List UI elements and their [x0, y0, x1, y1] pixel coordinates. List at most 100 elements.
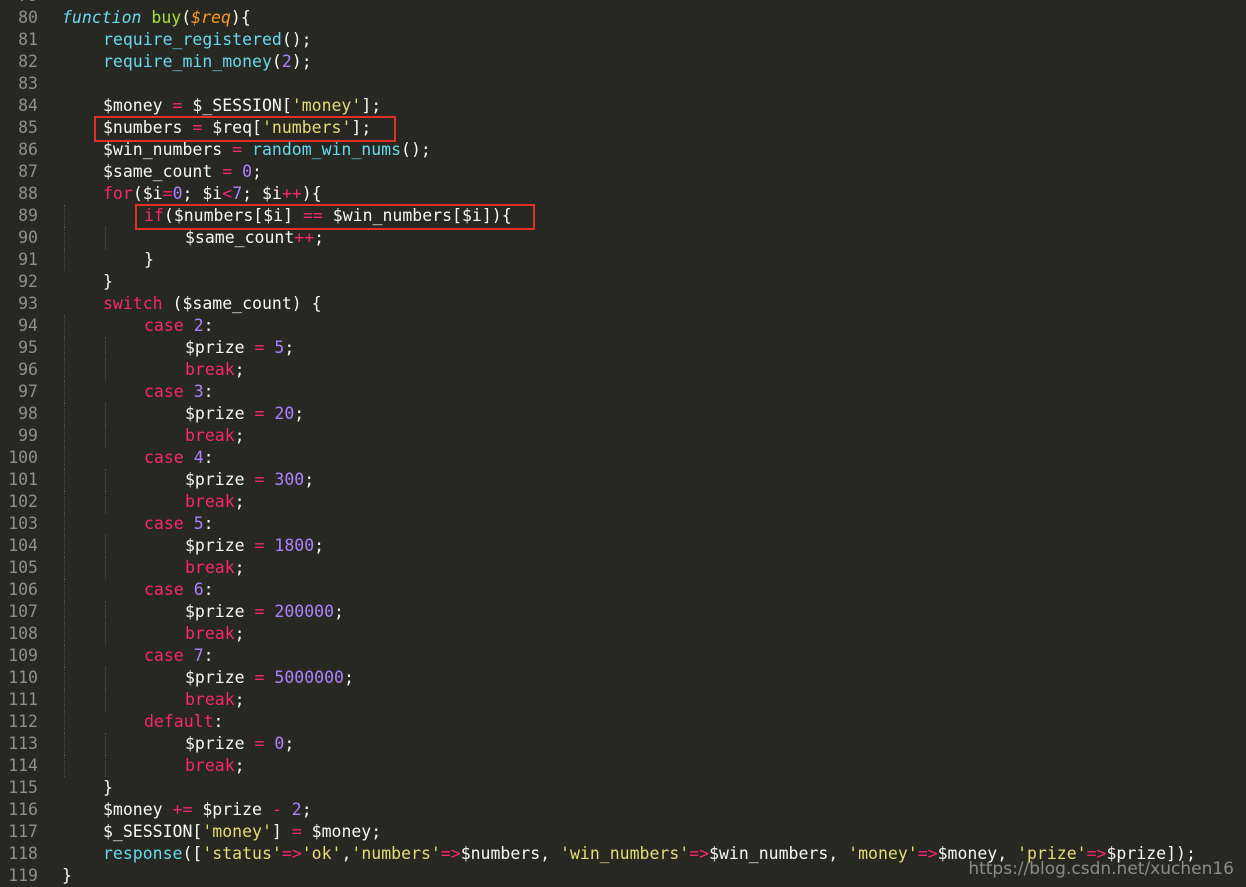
code-line[interactable]: 107 $prize = 200000; [0, 601, 1246, 623]
line-number: 91 [18, 250, 38, 269]
code-token: break [185, 492, 235, 511]
code-token: require_registered [103, 30, 282, 49]
code-editor[interactable]: 7980function buy($req){81require_registe… [0, 0, 1246, 887]
code-text: $win_numbers = random_win_nums(); [103, 139, 431, 161]
code-token: : [203, 580, 214, 599]
code-line[interactable]: 98 $prize = 20; [0, 403, 1246, 425]
code-token: } [144, 250, 154, 269]
watermark: https://blog.csdn.net/xuchen16 [968, 859, 1234, 879]
code-line[interactable]: 94 case 2: [0, 315, 1246, 337]
code-token: 20 [274, 404, 295, 423]
code-line[interactable]: 109 case 7: [0, 645, 1246, 667]
code-line[interactable]: 88 for($i=0; $i<7; $i++){ [0, 183, 1246, 205]
code-token: ++ [281, 184, 302, 203]
code-line[interactable]: 110 $prize = 5000000; [0, 667, 1246, 689]
code-line[interactable]: 87 $same_count = 0; [0, 161, 1246, 183]
code-line[interactable]: 96 break; [0, 359, 1246, 381]
code-token: $i [202, 184, 223, 203]
code-line[interactable]: 115} [0, 777, 1246, 799]
code-line[interactable]: 91} [0, 249, 1246, 271]
line-number: 112 [8, 712, 38, 731]
indent-guide [64, 755, 65, 777]
code-line[interactable]: 114 break; [0, 755, 1246, 777]
line-number: 88 [18, 184, 38, 203]
code-line[interactable]: 90 $same_count++; [0, 227, 1246, 249]
code-token: ; [252, 162, 262, 181]
code-token: $prize [185, 470, 245, 489]
code-line[interactable]: 79 [0, 0, 1246, 7]
code-line[interactable]: 111 break; [0, 689, 1246, 711]
code-token: < [222, 184, 233, 203]
code-text: $_SESSION['money'] = $money; [103, 821, 381, 843]
code-line[interactable]: 108 break; [0, 623, 1246, 645]
indent-guide [105, 667, 106, 689]
code-token: 200000 [274, 602, 335, 621]
code-token: $numbers [460, 844, 541, 863]
code-line[interactable]: 105 break; [0, 557, 1246, 579]
indent-guide [105, 469, 106, 491]
line-number: 87 [18, 162, 38, 181]
code-line[interactable]: 81 require_registered(); [0, 29, 1246, 51]
code-token: 0 [172, 184, 183, 203]
code-token: switch [103, 294, 163, 313]
code-token: $prize [185, 734, 245, 753]
code-line[interactable]: 93 switch ($same_count) { [0, 293, 1246, 315]
highlight-box-line-85 [94, 116, 396, 142]
code-token: => [281, 844, 302, 863]
line-number: 84 [18, 96, 38, 115]
code-token: case [144, 316, 184, 335]
code-line[interactable]: 83 [0, 73, 1246, 95]
line-number: 113 [8, 734, 38, 753]
code-text: $prize = 0; [185, 733, 294, 755]
code-line[interactable]: 117 $_SESSION['money'] = $money; [0, 821, 1246, 843]
code-line[interactable]: 112 default: [0, 711, 1246, 733]
line-number: 85 [18, 118, 38, 137]
code-text: break; [185, 755, 245, 777]
line-number: 83 [18, 74, 38, 93]
indent-guide [105, 227, 106, 249]
code-token: case [144, 448, 184, 467]
code-line[interactable]: 99 break; [0, 425, 1246, 447]
code-line[interactable]: 100 case 4: [0, 447, 1246, 469]
code-line[interactable]: 106 case 6: [0, 579, 1246, 601]
highlight-box-line-89 [135, 204, 535, 230]
code-line[interactable]: 84 $money = $_SESSION['money']; [0, 95, 1246, 117]
code-token: [ [281, 96, 292, 115]
code-line[interactable]: 116 $money += $prize - 2; [0, 799, 1246, 821]
code-text: case 3: [144, 381, 214, 403]
line-number: 105 [8, 558, 38, 577]
code-token: (); [281, 30, 312, 49]
code-token: ( [162, 294, 183, 313]
code-line[interactable]: 101 $prize = 300; [0, 469, 1246, 491]
code-line[interactable]: 102 break; [0, 491, 1246, 513]
line-number: 116 [8, 800, 38, 819]
code-token: ; [234, 624, 245, 643]
indent-guide [64, 667, 65, 689]
code-token: $i [142, 184, 163, 203]
line-number: 101 [8, 470, 38, 489]
code-line[interactable]: 104 $prize = 1800; [0, 535, 1246, 557]
code-token: ([ [182, 844, 203, 863]
code-line[interactable]: 86 $win_numbers = random_win_nums(); [0, 139, 1246, 161]
code-token: 'numbers' [351, 844, 441, 863]
code-token: $prize [185, 536, 245, 555]
code-line[interactable]: 92} [0, 271, 1246, 293]
code-line[interactable]: 113 $prize = 0; [0, 733, 1246, 755]
line-number: 118 [8, 844, 38, 863]
code-line[interactable]: 80 function buy($req){ [0, 7, 1246, 29]
code-token: , [341, 844, 352, 863]
code-token: ++ [294, 228, 315, 247]
code-token: = [222, 162, 233, 181]
code-token: ; [284, 338, 295, 357]
indent-guide [105, 403, 106, 425]
code-line[interactable]: 97 case 3: [0, 381, 1246, 403]
code-line[interactable]: 82 require_min_money(2); [0, 51, 1246, 73]
code-line[interactable]: 103 case 5: [0, 513, 1246, 535]
code-text: } [144, 249, 154, 271]
code-token: ; [343, 668, 354, 687]
code-token: ; [314, 228, 325, 247]
indent-guide [64, 645, 65, 667]
code-line[interactable]: 95 $prize = 5; [0, 337, 1246, 359]
